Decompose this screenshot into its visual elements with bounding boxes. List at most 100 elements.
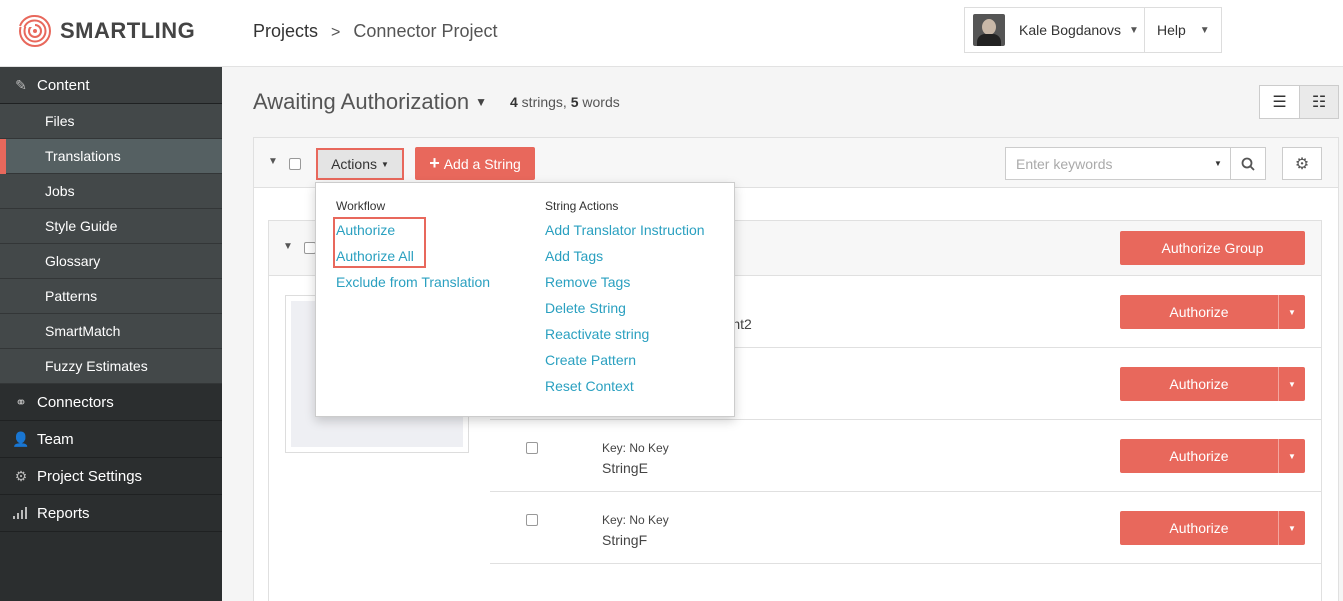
authorize-button[interactable]: Authorize	[1120, 367, 1278, 401]
sidebar-item-label: Glossary	[45, 253, 101, 269]
sidebar-section-team[interactable]: 👤 Team	[0, 421, 222, 458]
smartling-logo-icon	[18, 14, 51, 47]
menu-item-add-tags[interactable]: Add Tags	[545, 248, 603, 264]
caret-down-icon[interactable]: ▼	[1278, 511, 1305, 545]
page-title[interactable]: Awaiting Authorization ▼	[253, 89, 487, 115]
sidebar-item-label: Fuzzy Estimates	[45, 358, 148, 374]
menu-item-reset-context[interactable]: Reset Context	[545, 378, 634, 394]
authorize-split-button: Authorize ▼	[1120, 295, 1305, 329]
sidebar-item-style-guide[interactable]: Style Guide	[0, 209, 222, 244]
actions-dropdown-menu: Workflow Authorize Authorize All Exclude…	[315, 182, 735, 417]
authorize-button[interactable]: Authorize	[1120, 295, 1278, 329]
chevron-down-icon: ▼	[475, 95, 487, 109]
authorize-button[interactable]: Authorize	[1120, 511, 1278, 545]
settings-icon: ⚙	[14, 467, 28, 484]
caret-down-icon[interactable]: ▼	[1278, 295, 1305, 329]
gear-icon[interactable]: ⚙	[1282, 147, 1322, 180]
sidebar-item-label: Jobs	[45, 183, 75, 199]
user-menu[interactable]: Kale Bogdanovs ▼	[964, 7, 1144, 53]
authorize-split-button: Authorize ▼	[1120, 439, 1305, 473]
sidebar-item-glossary[interactable]: Glossary	[0, 244, 222, 279]
caret-down-icon[interactable]: ▼	[1278, 439, 1305, 473]
smartling-logo[interactable]: SMARTLING	[18, 14, 195, 48]
authorize-button[interactable]: Authorize	[1120, 439, 1278, 473]
sidebar-item-smartmatch[interactable]: SmartMatch	[0, 314, 222, 349]
menu-item-remove-tags[interactable]: Remove Tags	[545, 274, 630, 290]
user-name: Kale Bogdanovs	[1019, 22, 1121, 38]
sidebar-section-content[interactable]: ✎ Content	[0, 67, 222, 104]
row-checkbox[interactable]	[526, 442, 538, 454]
list-view-icon[interactable]: ☰	[1260, 86, 1299, 118]
menu-item-exclude-from-translation[interactable]: Exclude from Translation	[336, 274, 490, 290]
breadcrumb: Projects > Connector Project	[253, 21, 497, 42]
menu-item-create-pattern[interactable]: Create Pattern	[545, 352, 636, 368]
sidebar-item-files[interactable]: Files	[0, 104, 222, 139]
caret-down-icon: ▼	[381, 159, 389, 169]
chevron-down-icon: ▼	[1128, 24, 1139, 36]
caret-down-icon[interactable]: ▼	[1206, 159, 1230, 168]
breadcrumb-separator: >	[331, 24, 341, 41]
plus-icon: +	[429, 153, 440, 173]
sidebar-section-label: Reports	[37, 504, 90, 522]
search-input[interactable]	[1016, 149, 1206, 178]
sidebar-section-connectors[interactable]: ⚭ Connectors	[0, 384, 222, 421]
authorize-split-button: Authorize ▼	[1120, 511, 1305, 545]
panel-toolbar: ▼ Actions ▼ + Add a String ▼ ⚙	[254, 138, 1338, 188]
sidebar-item-translations[interactable]: Translations	[0, 139, 222, 174]
chevron-down-icon: ▼	[1199, 24, 1210, 36]
sidebar-section-label: Team	[37, 430, 74, 448]
team-icon: 👤	[12, 430, 30, 447]
strings-count-value: 4	[510, 94, 518, 110]
sidebar: ✎ Content Files Translations Jobs Style …	[0, 67, 222, 601]
sidebar-section-label: Project Settings	[37, 467, 143, 485]
help-label: Help	[1157, 22, 1186, 38]
breadcrumb-current: Connector Project	[353, 21, 498, 41]
sidebar-item-label: SmartMatch	[45, 323, 121, 339]
sidebar-item-label: Files	[45, 113, 75, 129]
select-all-checkbox[interactable]	[289, 158, 301, 170]
sidebar-section-label: Connectors	[37, 393, 114, 411]
workflow-heading: Workflow	[336, 199, 386, 213]
sidebar-section-label: Content	[37, 76, 90, 94]
logo-text: SMARTLING	[60, 18, 196, 43]
avatar	[973, 14, 1005, 46]
words-count-value: 5	[570, 94, 579, 110]
add-string-button[interactable]: + Add a String	[415, 147, 535, 180]
sidebar-section-project-settings[interactable]: ⚙ Project Settings	[0, 458, 222, 495]
connectors-icon: ⚭	[15, 393, 27, 410]
table-row: Key: No Key StringF Authorize ▼	[490, 492, 1321, 564]
top-header: SMARTLING Projects > Connector Project K…	[0, 0, 1343, 67]
caret-down-icon[interactable]: ▼	[1278, 367, 1305, 401]
menu-item-add-translator-instruction[interactable]: Add Translator Instruction	[545, 222, 705, 238]
chevron-down-icon[interactable]: ▼	[283, 241, 293, 252]
actions-button[interactable]: Actions ▼	[316, 148, 404, 180]
authorize-split-button: Authorize ▼	[1120, 367, 1305, 401]
row-checkbox[interactable]	[526, 514, 538, 526]
authorize-group-button[interactable]: Authorize Group	[1120, 231, 1305, 265]
row-key: Key: No Key	[602, 441, 669, 455]
chevron-down-icon[interactable]: ▼	[268, 156, 278, 167]
pencil-icon: ✎	[15, 76, 27, 93]
strings-count-label: strings,	[517, 94, 571, 110]
string-actions-heading: String Actions	[545, 199, 619, 213]
menu-item-authorize[interactable]: Authorize	[336, 222, 395, 238]
menu-item-delete-string[interactable]: Delete String	[545, 300, 626, 316]
help-menu[interactable]: Help ▼	[1144, 7, 1222, 53]
row-text: StringF	[602, 532, 648, 548]
detail-view-icon[interactable]: ☷	[1299, 86, 1338, 118]
sidebar-section-reports[interactable]: Reports	[0, 495, 222, 532]
sidebar-item-label: Patterns	[45, 288, 98, 304]
menu-item-authorize-all[interactable]: Authorize All	[336, 248, 414, 264]
sidebar-item-fuzzy-estimates[interactable]: Fuzzy Estimates	[0, 349, 222, 384]
sidebar-item-label: Style Guide	[45, 218, 118, 234]
breadcrumb-projects[interactable]: Projects	[253, 21, 318, 41]
menu-item-reactivate-string[interactable]: Reactivate string	[545, 326, 649, 342]
table-row: Key: No Key StringE Authorize ▼	[490, 420, 1321, 492]
row-text: StringE	[602, 460, 648, 476]
row-key: Key: No Key	[602, 513, 669, 527]
sidebar-item-jobs[interactable]: Jobs	[0, 174, 222, 209]
actions-label: Actions	[331, 156, 377, 172]
search-icon[interactable]	[1230, 148, 1265, 179]
sidebar-item-patterns[interactable]: Patterns	[0, 279, 222, 314]
sidebar-item-label: Translations	[45, 148, 121, 164]
